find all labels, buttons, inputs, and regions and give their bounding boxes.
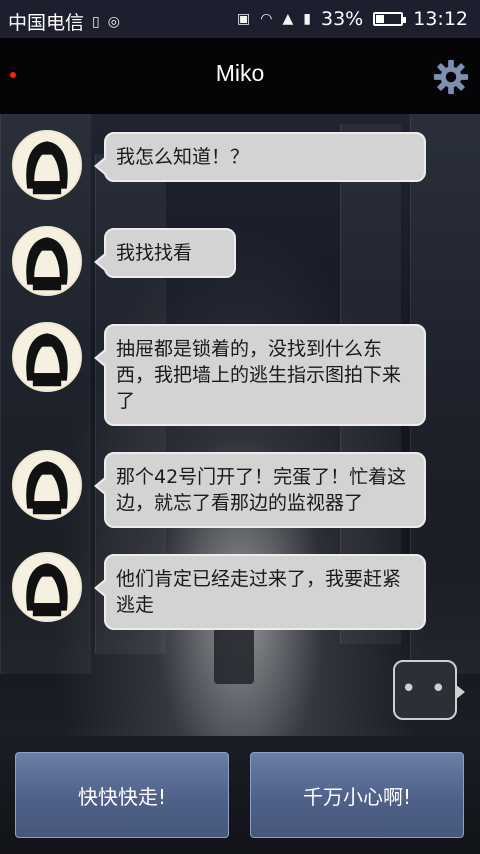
message-bubble: 那个42号门开了！完蛋了！忙着这边，就忘了看那边的监视器了 xyxy=(94,452,426,528)
status-bar: 中国电信 ▯ ◎ ▣ ◠ ▲ ▮ 33% 13:12 xyxy=(0,0,480,38)
reply-choice-button[interactable]: 快快快走! xyxy=(15,752,229,838)
avatar xyxy=(12,450,82,520)
message-bubble: 我怎么知道！？ xyxy=(94,132,426,182)
message-bubble: 他们肯定已经走过来了，我要赶紧逃走 xyxy=(94,554,426,630)
avatar xyxy=(12,552,82,622)
nfc-icon: ▣ xyxy=(237,11,251,27)
network-3g-2g-icon: ▲ xyxy=(282,11,294,27)
clock: 13:12 xyxy=(413,8,468,30)
chat-header: Miko xyxy=(0,38,480,114)
page-title: Miko xyxy=(215,60,265,86)
avatar xyxy=(12,226,82,296)
avatar xyxy=(12,130,82,200)
reply-bar: 快快快走! 千万小心啊! xyxy=(0,736,480,854)
gear-icon[interactable] xyxy=(432,58,470,96)
reply-choice-button[interactable]: 千万小心啊! xyxy=(250,752,464,838)
vibrate-icon: ▮ xyxy=(303,11,311,27)
battery-icon xyxy=(373,12,407,26)
avatar xyxy=(12,322,82,392)
battery-percent: 33% xyxy=(321,8,364,30)
carrier-label: 中国电信 xyxy=(8,12,85,34)
usb-icon: ◎ xyxy=(107,13,120,30)
message-bubble: 抽屉都是锁着的，没找到什么东西，我把墙上的逃生指示图拍下来了 xyxy=(94,324,426,426)
typing-indicator: • • • xyxy=(393,660,465,758)
wifi-icon: ◠ xyxy=(260,11,273,27)
message-bubble: 我找找看 xyxy=(94,228,236,278)
sim-icon: ▯ xyxy=(92,13,100,30)
